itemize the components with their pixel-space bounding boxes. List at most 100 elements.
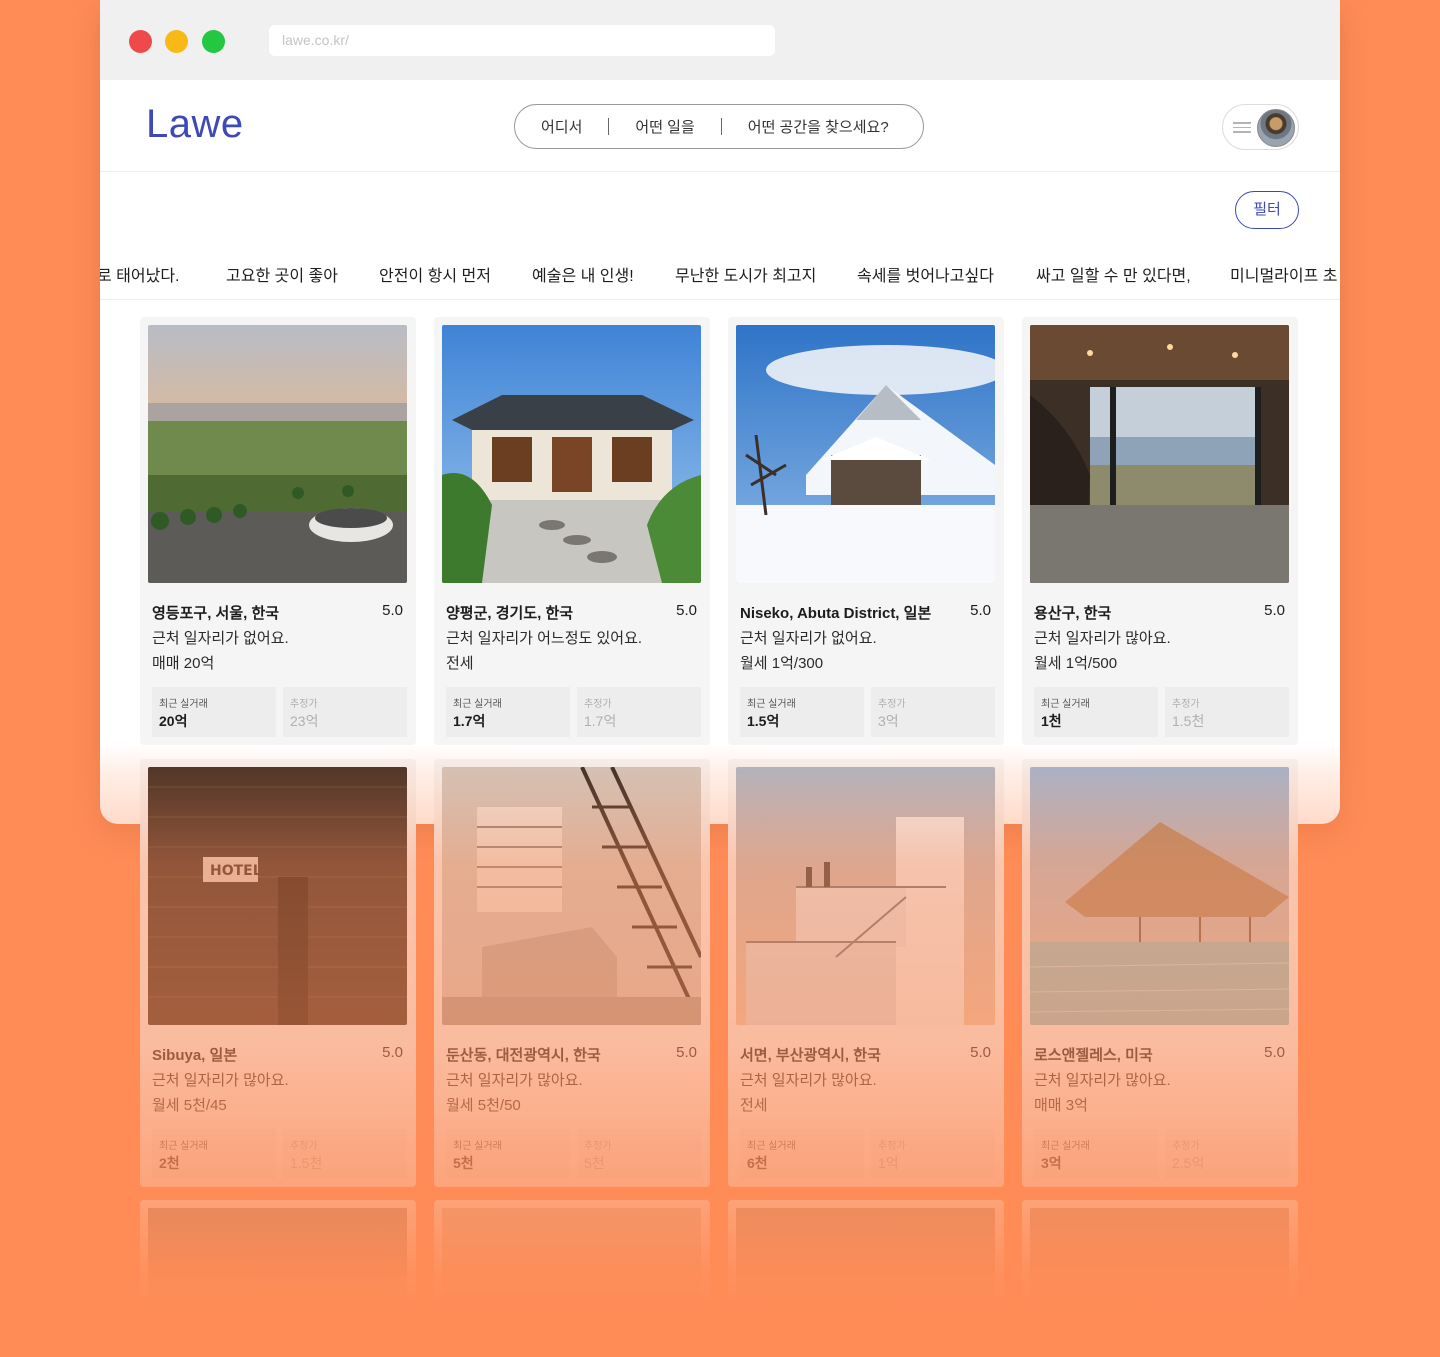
listing-photo [736, 1208, 995, 1320]
stat-value: 2.5억 [1172, 1155, 1205, 1171]
stat-value: 5천 [453, 1155, 474, 1171]
stat-label: 추정가 [1172, 1141, 1200, 1152]
listing-job-info: 근처 일자리가 어느정도 있어요. [446, 630, 643, 647]
listing-job-info: 근처 일자리가 많아요. [1034, 630, 1171, 647]
listing-job-info: 근처 일자리가 많아요. [152, 1072, 289, 1089]
category-tab[interactable]: 로 태어났다. [100, 262, 180, 286]
recent-trade-stat: 최근 실거래 5천 [446, 1129, 570, 1179]
user-menu-button[interactable] [1222, 104, 1299, 150]
stat-value: 1.5억 [747, 713, 780, 729]
listing-photo [1030, 1208, 1289, 1320]
estimate-stat: 추정가 5천 [577, 1129, 701, 1179]
listing-photo [148, 1208, 407, 1320]
category-tab[interactable]: 미니멀라이프 초 [1230, 262, 1338, 286]
listing-card[interactable]: Niseko, Abuta District, 일본 5.0 근처 일자리가 없… [728, 317, 1004, 745]
stat-value: 2천 [159, 1155, 180, 1171]
filter-button[interactable]: 필터 [1235, 191, 1299, 229]
listing-card[interactable]: 용산구, 한국 5.0 근처 일자리가 많아요. 월세 1억/500 최근 실거… [1022, 317, 1298, 745]
listing-rating: 5.0 [676, 1044, 697, 1061]
listing-location: 용산구, 한국 [1034, 605, 1112, 622]
category-tab[interactable]: 안전이 항시 먼저 [379, 262, 491, 286]
stat-label: 최근 실거래 [453, 1141, 502, 1152]
listing-price: 월세 1억/500 [1034, 655, 1118, 672]
recent-trade-stat: 최근 실거래 3억 [1034, 1129, 1158, 1179]
stat-value: 5천 [584, 1155, 605, 1171]
site-header: Lawe 어디서 어떤 일을 어떤 공간을 찾으세요? [100, 80, 1340, 172]
category-bar: 로 태어났다. 고요한 곳이 좋아 안전이 항시 먼저 예술은 내 인생! 무난… [100, 250, 1340, 300]
recent-trade-stat: 최근 실거래 1천 [1034, 687, 1158, 737]
listing-location: 둔산동, 대전광역시, 한국 [446, 1047, 601, 1064]
svg-text:HOTEL: HOTEL [210, 863, 262, 879]
category-tab[interactable]: 속세를 벗어나고싶다 [857, 262, 994, 286]
listing-card[interactable]: 로스앤젤레스, 미국 5.0 근처 일자리가 많아요. 매매 3억 최근 실거래… [1022, 759, 1298, 1187]
site-logo[interactable]: Lawe [146, 102, 244, 147]
stat-label: 추정가 [584, 1141, 612, 1152]
listing-price: 전세 [446, 655, 474, 672]
stat-label: 추정가 [290, 699, 318, 710]
stat-label: 최근 실거래 [747, 1141, 796, 1152]
listing-job-info: 근처 일자리가 없어요. [740, 630, 877, 647]
category-tab[interactable]: 무난한 도시가 최고지 [675, 262, 816, 286]
recent-trade-stat: 최근 실거래 2천 [152, 1129, 276, 1179]
estimate-stat: 추정가 23억 [283, 687, 407, 737]
listing-photo [736, 767, 995, 1025]
listing-photo [1030, 767, 1289, 1025]
listing-job-info: 근처 일자리가 많아요. [740, 1072, 877, 1089]
listing-job-info: 근처 일자리가 많아요. [1034, 1072, 1171, 1089]
search-bar[interactable]: 어디서 어떤 일을 어떤 공간을 찾으세요? [514, 104, 924, 149]
listing-price: 매매 3억 [1034, 1097, 1088, 1114]
listing-card[interactable] [1022, 1200, 1298, 1320]
listing-photo [442, 325, 701, 583]
stat-label: 최근 실거래 [453, 699, 502, 710]
search-work[interactable]: 어떤 일을 [609, 116, 720, 137]
listing-price: 월세 5천/50 [446, 1097, 521, 1114]
stat-label: 최근 실거래 [1041, 1141, 1090, 1152]
listing-rating: 5.0 [382, 1044, 403, 1061]
stat-value: 1억 [878, 1155, 899, 1171]
listing-rating: 5.0 [676, 602, 697, 619]
search-where[interactable]: 어디서 [515, 116, 608, 137]
listing-photo [442, 767, 701, 1025]
listing-rating: 5.0 [970, 1044, 991, 1061]
listing-price: 월세 1억/300 [740, 655, 824, 672]
listing-card[interactable]: 양평군, 경기도, 한국 5.0 근처 일자리가 어느정도 있어요. 전세 최근… [434, 317, 710, 745]
listing-card[interactable]: HOTEL Sibuya, 일본 5.0 근처 일자리가 많아요. 월세 5천/… [140, 759, 416, 1187]
estimate-stat: 추정가 1.5천 [1165, 687, 1289, 737]
recent-trade-stat: 최근 실거래 20억 [152, 687, 276, 737]
close-window-button[interactable] [129, 30, 152, 53]
minimize-window-button[interactable] [165, 30, 188, 53]
recent-trade-stat: 최근 실거래 1.5억 [740, 687, 864, 737]
listing-card[interactable]: 영등포구, 서울, 한국 5.0 근처 일자리가 없어요. 매매 20억 최근 … [140, 317, 416, 745]
listing-card[interactable] [140, 1200, 416, 1320]
stat-value: 3억 [878, 713, 899, 729]
listing-rating: 5.0 [970, 602, 991, 619]
stat-value: 3억 [1041, 1155, 1062, 1171]
category-tab[interactable]: 예술은 내 인생! [532, 262, 634, 286]
listing-location: 영등포구, 서울, 한국 [152, 605, 280, 622]
hamburger-icon [1233, 122, 1251, 133]
listing-photo [442, 1208, 701, 1320]
listing-card[interactable] [434, 1200, 710, 1320]
listing-location: 서면, 부산광역시, 한국 [740, 1047, 881, 1064]
stat-value: 1천 [1041, 713, 1062, 729]
category-tab[interactable]: 싸고 일할 수 만 있다면, [1036, 262, 1191, 286]
listing-price: 매매 20억 [152, 655, 215, 672]
stat-value: 20억 [159, 713, 188, 729]
category-tab[interactable]: 고요한 곳이 좋아 [226, 262, 338, 286]
address-bar[interactable]: lawe.co.kr/ [269, 25, 775, 56]
maximize-window-button[interactable] [202, 30, 225, 53]
estimate-stat: 추정가 3억 [871, 687, 995, 737]
estimate-stat: 추정가 2.5억 [1165, 1129, 1289, 1179]
search-space[interactable]: 어떤 공간을 찾으세요? [722, 116, 915, 137]
stat-label: 최근 실거래 [1041, 699, 1090, 710]
listing-card[interactable] [728, 1200, 1004, 1320]
stat-value: 1.5천 [1172, 713, 1205, 729]
stat-label: 최근 실거래 [159, 699, 208, 710]
listing-card[interactable]: 서면, 부산광역시, 한국 5.0 근처 일자리가 많아요. 전세 최근 실거래… [728, 759, 1004, 1187]
listing-location: 로스앤젤레스, 미국 [1034, 1047, 1153, 1064]
browser-chrome: lawe.co.kr/ [100, 0, 1340, 80]
listing-price: 월세 5천/45 [152, 1097, 227, 1114]
listing-location: 양평군, 경기도, 한국 [446, 605, 574, 622]
listing-rating: 5.0 [1264, 602, 1285, 619]
listing-card[interactable]: 둔산동, 대전광역시, 한국 5.0 근처 일자리가 많아요. 월세 5천/50… [434, 759, 710, 1187]
